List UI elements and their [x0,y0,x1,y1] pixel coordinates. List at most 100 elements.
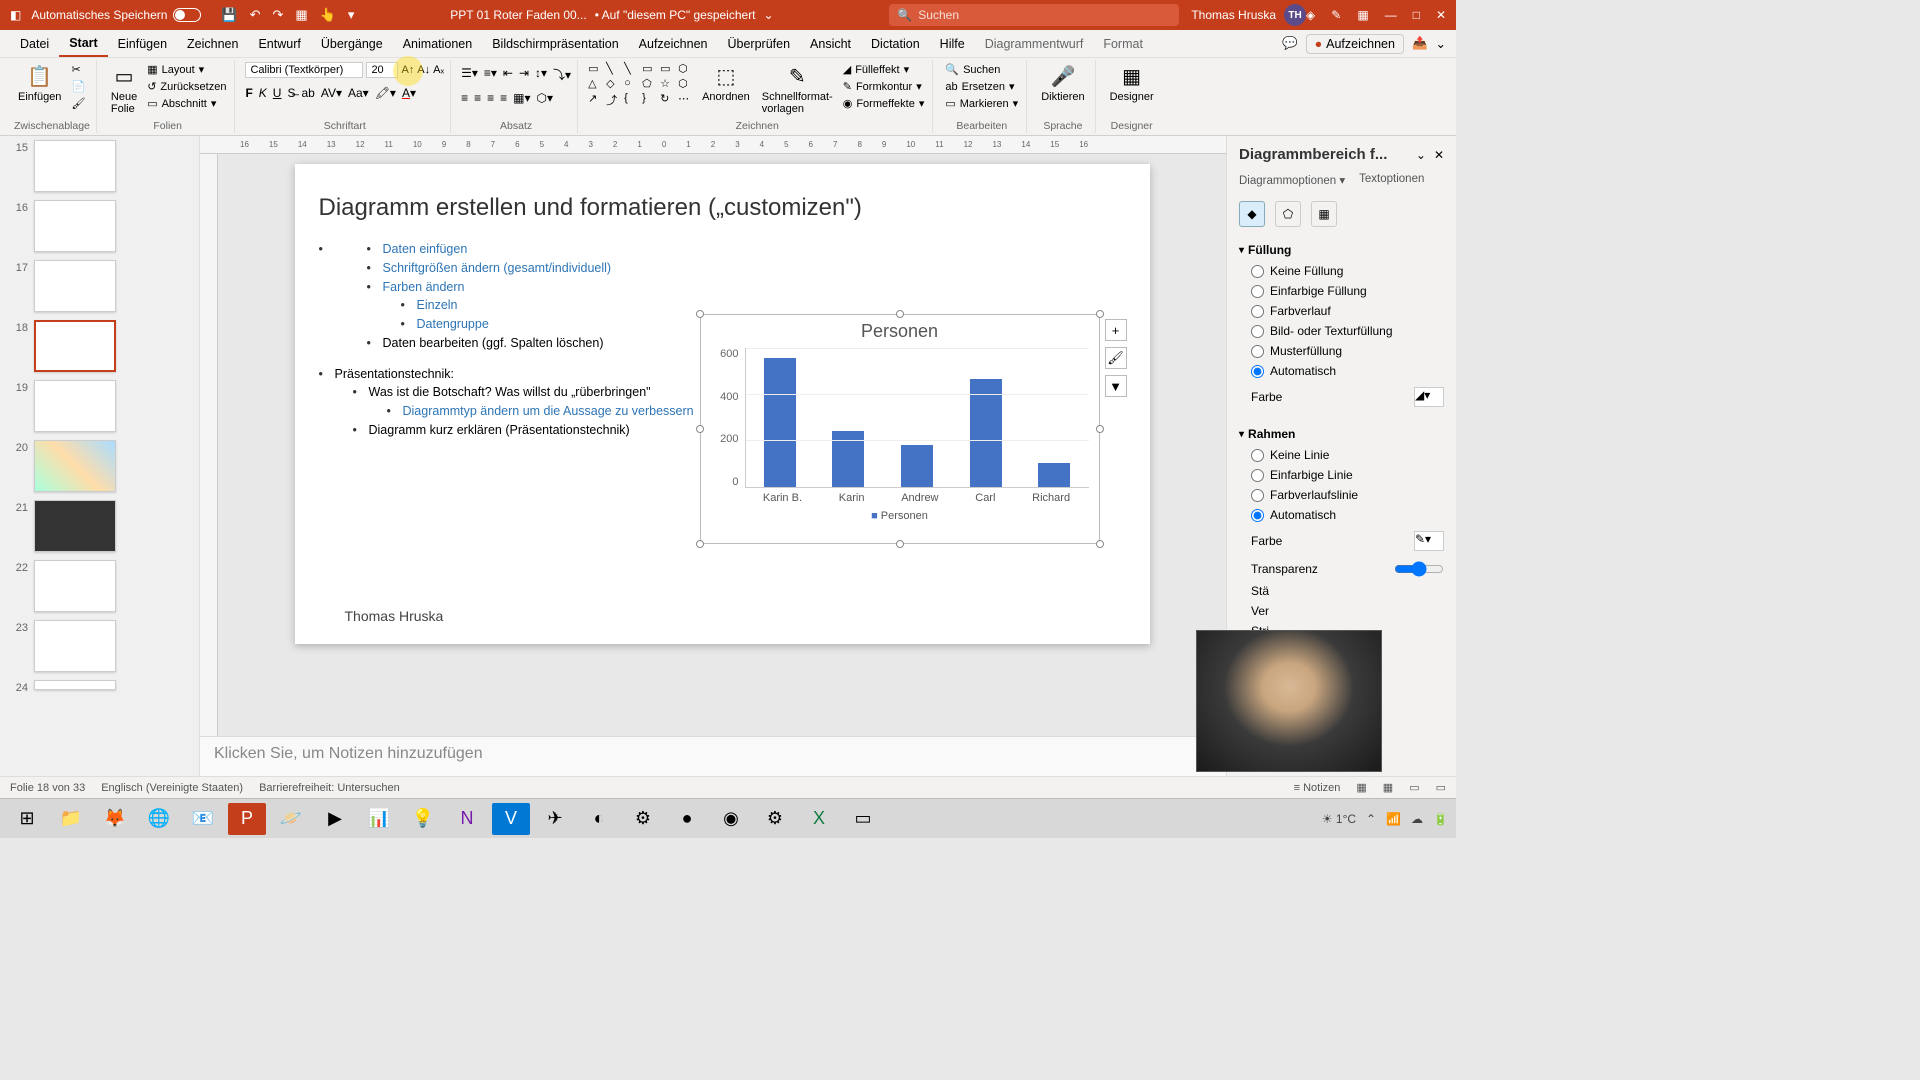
indent-dec-button[interactable]: ⇤ [503,66,513,83]
italic-button[interactable]: K [259,86,267,100]
explorer-icon[interactable]: 📁 [52,803,90,835]
tab-animationen[interactable]: Animationen [393,32,483,56]
powerpoint-icon[interactable]: P [228,803,266,835]
fill-button[interactable]: ◢ Fülleffekt ▾ [841,62,927,77]
tab-entwurf[interactable]: Entwurf [248,32,310,56]
thumb-19[interactable] [34,380,116,432]
chart-styles-button[interactable]: 🖌 [1105,347,1127,369]
firefox-icon[interactable]: 🦊 [96,803,134,835]
smartart-button[interactable]: ⬡▾ [537,91,554,105]
thumb-20[interactable] [34,440,116,492]
radio-auto-fill[interactable]: Automatisch [1239,361,1444,381]
strike-button[interactable]: S̶ [287,86,295,100]
app-icon-9[interactable]: ▭ [844,803,882,835]
effects-tab-icon[interactable]: ⬠ [1275,201,1301,227]
outline-button[interactable]: ✎ Formkontur ▾ [841,79,927,94]
tab-hilfe[interactable]: Hilfe [930,32,975,56]
reset-button[interactable]: ↺ Zurücksetzen [145,79,228,94]
search-input[interactable] [918,8,1171,22]
maximize-icon[interactable]: □ [1413,8,1420,22]
section-button[interactable]: ▭ Abschnitt ▾ [145,96,228,111]
close-icon[interactable]: ✕ [1436,8,1446,22]
text-dir-button[interactable]: ⤵▾ [553,66,571,83]
record-button[interactable]: Aufzeichnen [1306,34,1404,54]
slide-title[interactable]: Diagramm erstellen und formatieren („cus… [319,194,1126,222]
chart-legend[interactable]: Personen [701,504,1099,522]
telegram-icon[interactable]: ✈ [536,803,574,835]
tab-dictation[interactable]: Dictation [861,32,930,56]
excel-icon[interactable]: X [800,803,838,835]
thumb-17[interactable] [34,260,116,312]
thumb-21[interactable] [34,500,116,552]
tab-zeichnen[interactable]: Zeichnen [177,32,248,56]
tray-battery-icon[interactable]: 🔋 [1433,812,1448,826]
view-slideshow-icon[interactable]: ▭ [1436,781,1446,794]
app-icon-3[interactable]: 💡 [404,803,442,835]
tab-einfuegen[interactable]: Einfügen [108,32,177,56]
new-slide-button[interactable]: ▭Neue Folie [107,62,141,117]
radio-gradient-line[interactable]: Farbverlaufslinie [1239,485,1444,505]
bar-0[interactable] [764,358,796,487]
replace-button[interactable]: ab Ersetzen ▾ [943,79,1020,94]
thumb-16[interactable] [34,200,116,252]
app-icon-6[interactable]: ⚙ [624,803,662,835]
outlook-icon[interactable]: 📧 [184,803,222,835]
qat-icon[interactable]: ▦ [295,7,307,23]
case-button[interactable]: Aa▾ [348,86,369,100]
save-icon[interactable]: 💾 [221,7,237,23]
transparency-slider[interactable] [1394,561,1444,577]
increase-font-icon[interactable]: A↑ [401,64,414,76]
view-sorter-icon[interactable]: ▦ [1383,781,1393,794]
calendar-icon[interactable]: ▦ [1357,8,1368,22]
chart-elements-button[interactable]: + [1105,319,1127,341]
minimize-icon[interactable]: — [1385,8,1397,22]
align-center-button[interactable]: ≡ [474,91,481,105]
underline-button[interactable]: U [273,86,282,100]
pane-close-icon[interactable]: ✕ [1434,148,1444,162]
redo-icon[interactable]: ↷ [273,7,284,23]
tray-cloud-icon[interactable]: ☁ [1411,812,1423,826]
app-icon-1[interactable]: 🪐 [272,803,310,835]
spacing-button[interactable]: AV▾ [321,86,342,100]
slide-counter[interactable]: Folie 18 von 33 [10,782,85,794]
filename[interactable]: PPT 01 Roter Faden 00... [450,8,587,22]
tab-ueberpruefen[interactable]: Überprüfen [717,32,800,56]
paste-button[interactable]: 📋Einfügen [14,62,65,105]
search-box[interactable]: 🔍 [889,4,1179,26]
radio-auto-line[interactable]: Automatisch [1239,505,1444,525]
thumb-18[interactable] [34,320,116,372]
effects-button[interactable]: ◉ Formeffekte ▾ [841,96,927,111]
dictate-button[interactable]: 🎤Diktieren [1037,62,1088,105]
radio-picture-fill[interactable]: Bild- oder Texturfüllung [1239,321,1444,341]
radio-pattern-fill[interactable]: Musterfüllung [1239,341,1444,361]
app-icon-2[interactable]: 📊 [360,803,398,835]
align-left-button[interactable]: ≡ [461,91,468,105]
shadow-button[interactable]: ab [301,86,314,100]
lang-status[interactable]: Englisch (Vereinigte Staaten) [101,782,243,794]
chart-object[interactable]: Personen 600 400 200 0 [700,314,1100,544]
chart-plot-area[interactable] [745,348,1089,488]
bullets-button[interactable]: ☰▾ [461,66,478,83]
thumb-22[interactable] [34,560,116,612]
fill-tab-icon[interactable]: ◆ [1239,201,1265,227]
slide-author[interactable]: Thomas Hruska [345,608,444,624]
app-icon-4[interactable]: V [492,803,530,835]
align-right-button[interactable]: ≡ [487,91,494,105]
numbering-button[interactable]: ≡▾ [484,66,497,83]
ribbon-collapse-icon[interactable]: ⌄ [1436,36,1446,51]
shapes-gallery[interactable]: ▭╲╲▭▭⬡ △◇○⬠☆⬡ ↗⤴{}↻⋯ [588,62,694,108]
tab-uebergaenge[interactable]: Übergänge [311,32,393,56]
tab-format[interactable]: Format [1093,32,1153,56]
user-account[interactable]: Thomas Hruska TH [1191,4,1306,26]
tab-ansicht[interactable]: Ansicht [800,32,861,56]
slide-canvas[interactable]: Diagramm erstellen und formatieren („cus… [295,164,1150,644]
notes-toggle[interactable]: ≡ Notizen [1294,782,1341,794]
thumb-24[interactable] [34,680,116,690]
designer-button[interactable]: ▦Designer [1106,62,1158,105]
pane-dropdown-icon[interactable]: ⌄ [1416,148,1426,162]
clear-format-icon[interactable]: Aₓ [433,64,444,76]
tray-chevron-icon[interactable]: ⌃ [1366,812,1376,826]
tab-aufzeichnen[interactable]: Aufzeichnen [629,32,718,56]
font-size-select[interactable] [366,62,398,78]
pen-icon[interactable]: ✎ [1331,8,1341,22]
